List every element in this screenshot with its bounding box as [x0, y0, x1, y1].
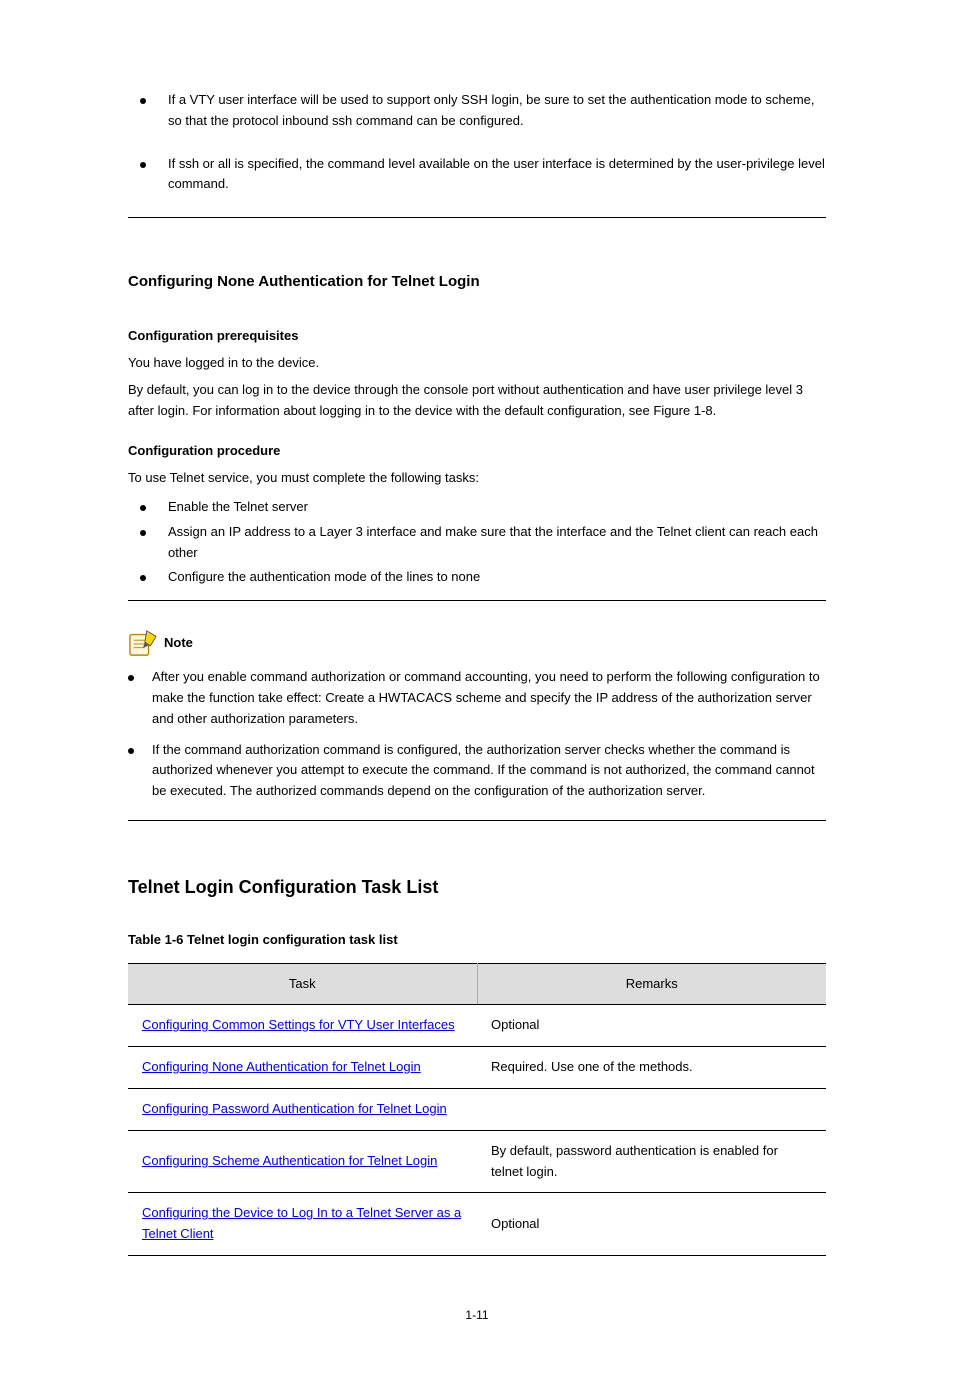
bullet-item: Configure the authentication mode of the… — [128, 567, 826, 588]
section-divider — [128, 600, 826, 601]
bullet-item: Assign an IP address to a Layer 3 interf… — [128, 522, 826, 564]
bullet-item: If the command authorization command is … — [128, 740, 826, 802]
subheading-procedure: Configuration procedure — [128, 441, 826, 462]
bullet-item: Enable the Telnet server — [128, 497, 826, 518]
note-bullet-list: After you enable command authorization o… — [128, 667, 826, 802]
table-cell-task: Configuring the Device to Log In to a Te… — [128, 1193, 477, 1256]
bullet-text: If ssh or all is specified, the command … — [168, 154, 826, 196]
table-cell-remarks — [477, 1088, 826, 1130]
note-label: Note — [164, 633, 193, 654]
bullet-dot-icon — [140, 505, 146, 511]
heading-task-list: Telnet Login Configuration Task List — [128, 873, 826, 902]
table-cell-task: Configuring Password Authentication for … — [128, 1088, 477, 1130]
table-row: Configuring None Authentication for Teln… — [128, 1047, 826, 1089]
link-none-auth[interactable]: Configuring None Authentication for Teln… — [142, 1059, 421, 1074]
table-cell-task: Configuring None Authentication for Teln… — [128, 1047, 477, 1089]
link-telnet-client[interactable]: Configuring the Device to Log In to a Te… — [142, 1205, 461, 1241]
section-divider — [128, 820, 826, 821]
table-header-row: Task Remarks — [128, 963, 826, 1005]
bullet-text: After you enable command authorization o… — [152, 667, 826, 729]
link-common-settings[interactable]: Configuring Common Settings for VTY User… — [142, 1017, 455, 1032]
page-number: 1-11 — [128, 1306, 826, 1325]
heading-configuring-none-auth: Configuring None Authentication for Teln… — [128, 270, 826, 294]
table-cell-remarks: By default, password authentication is e… — [477, 1130, 826, 1193]
table-caption: Table 1-6 Telnet login configuration tas… — [128, 930, 826, 951]
table-cell-task: Configuring Common Settings for VTY User… — [128, 1005, 477, 1047]
table-cell-remarks: Optional — [477, 1005, 826, 1047]
subheading-prerequisites: Configuration prerequisites — [128, 326, 826, 347]
paragraph: To use Telnet service, you must complete… — [128, 468, 826, 489]
bullet-text: If a VTY user interface will be used to … — [168, 90, 826, 132]
note-header: Note — [128, 629, 826, 657]
paragraph: You have logged in to the device. — [128, 353, 826, 374]
table-row: Configuring Password Authentication for … — [128, 1088, 826, 1130]
link-scheme-auth[interactable]: Configuring Scheme Authentication for Te… — [142, 1153, 437, 1168]
bullet-item: If ssh or all is specified, the command … — [128, 154, 826, 196]
note-icon — [128, 629, 158, 657]
bullet-text: Assign an IP address to a Layer 3 interf… — [168, 522, 826, 564]
table-cell-remarks: Required. Use one of the methods. — [477, 1047, 826, 1089]
note-box: Note After you enable command authorizat… — [128, 629, 826, 821]
top-bullet-list: If a VTY user interface will be used to … — [128, 90, 826, 195]
bullet-dot-icon — [128, 675, 134, 681]
table-row: Configuring Common Settings for VTY User… — [128, 1005, 826, 1047]
bullet-text: Configure the authentication mode of the… — [168, 567, 826, 588]
procedure-bullet-list: Enable the Telnet server Assign an IP ad… — [128, 497, 826, 588]
task-table: Task Remarks Configuring Common Settings… — [128, 963, 826, 1256]
bullet-dot-icon — [140, 162, 146, 168]
bullet-dot-icon — [140, 98, 146, 104]
table-row: Configuring Scheme Authentication for Te… — [128, 1130, 826, 1193]
link-password-auth[interactable]: Configuring Password Authentication for … — [142, 1101, 447, 1116]
bullet-text: If the command authorization command is … — [152, 740, 826, 802]
bullet-dot-icon — [140, 575, 146, 581]
bullet-dot-icon — [140, 530, 146, 536]
table-row: Configuring the Device to Log In to a Te… — [128, 1193, 826, 1256]
paragraph: By default, you can log in to the device… — [128, 380, 826, 422]
bullet-dot-icon — [128, 748, 134, 754]
section-divider — [128, 217, 826, 218]
table-cell-remarks: Optional — [477, 1193, 826, 1256]
table-header-task: Task — [128, 963, 477, 1005]
bullet-item: If a VTY user interface will be used to … — [128, 90, 826, 132]
bullet-text: Enable the Telnet server — [168, 497, 826, 518]
table-header-remarks: Remarks — [477, 963, 826, 1005]
bullet-item: After you enable command authorization o… — [128, 667, 826, 729]
table-cell-task: Configuring Scheme Authentication for Te… — [128, 1130, 477, 1193]
